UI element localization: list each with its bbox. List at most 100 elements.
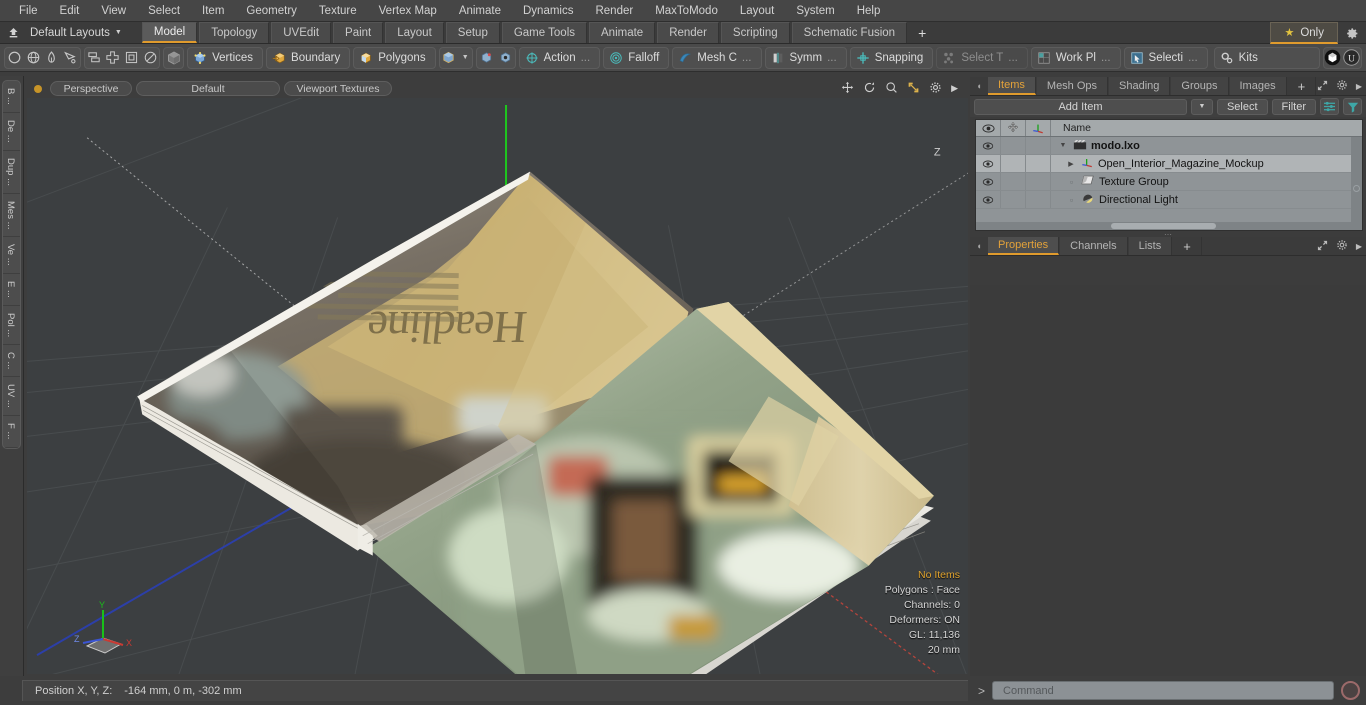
boolean-icon[interactable] [122, 48, 141, 68]
menu-render[interactable]: Render [584, 0, 644, 22]
menu-texture[interactable]: Texture [308, 0, 368, 22]
settings-gear-icon[interactable] [929, 81, 942, 97]
pivot-point-icon[interactable] [496, 48, 515, 68]
tab-game-tools[interactable]: Game Tools [501, 22, 587, 43]
left-tab-vertex[interactable]: Ve ... [3, 237, 20, 274]
tab-layout[interactable]: Layout [385, 22, 444, 43]
rotate-icon[interactable] [863, 81, 876, 97]
left-tab-deform[interactable]: De ... [3, 113, 20, 151]
tab-schematic-fusion[interactable]: Schematic Fusion [791, 22, 908, 43]
globe-icon[interactable] [24, 48, 43, 68]
item-row-magazine-mockup[interactable]: ▶ Open_Interior_Magazine_Mockup [1051, 156, 1263, 171]
selection-sets-button[interactable]: Selecti ... [1123, 46, 1208, 69]
table-row[interactable]: ▫ Texture Group [976, 173, 1362, 191]
left-tab-polygon[interactable]: Pol ... [3, 306, 20, 345]
panel-menu-dot-icon[interactable]: ◖ [970, 237, 988, 255]
cross-icon[interactable] [103, 48, 122, 68]
selection-mode-boundary[interactable]: Boundary [266, 46, 351, 69]
viewport-3d-canvas[interactable]: Z Headline Y X Z No Items Polygons: Fac… [27, 98, 968, 674]
row-visibility-eye-icon[interactable] [976, 173, 1001, 190]
left-tab-fusion[interactable]: F ... [3, 416, 20, 448]
row-transform-cell[interactable] [1026, 155, 1051, 172]
curve-icon[interactable] [61, 48, 80, 68]
radial-icon[interactable] [141, 48, 160, 68]
tab-animate[interactable]: Animate [589, 22, 656, 43]
menu-dynamics[interactable]: Dynamics [512, 0, 584, 22]
tab-images[interactable]: Images [1229, 77, 1287, 95]
viewport-shading-dropdown[interactable]: Default [136, 81, 280, 96]
mesh-constraint-button[interactable]: Mesh C ... [672, 46, 762, 69]
left-tab-mesh-edit[interactable]: Mes ... [3, 194, 20, 238]
item-row-scene[interactable]: ▼ modo.lxo [1051, 139, 1140, 153]
filter-button[interactable]: Filter [1271, 98, 1316, 115]
scrollbar-thumb[interactable] [1111, 223, 1216, 229]
tab-lists[interactable]: Lists [1128, 237, 1173, 255]
select-button[interactable]: Select [1216, 98, 1268, 115]
list-options-icon[interactable] [1320, 98, 1339, 115]
modo-logo-icon[interactable] [1324, 48, 1343, 68]
chevron-down-icon[interactable]: ▼ [1190, 98, 1213, 115]
tab-items[interactable]: Items [988, 77, 1036, 95]
item-cube-icon[interactable] [440, 48, 459, 68]
panel-menu-dot-icon[interactable]: ◖ [970, 77, 988, 95]
row-lock-cell[interactable] [1001, 191, 1026, 208]
work-plane-button[interactable]: Work Pl ... [1030, 46, 1121, 69]
row-lock-cell[interactable] [1001, 155, 1026, 172]
item-row-texture-group[interactable]: ▫ Texture Group [1051, 174, 1169, 189]
snapping-button[interactable]: Snapping [849, 46, 934, 69]
add-layout-tab-button[interactable]: + [909, 22, 935, 43]
table-row[interactable]: ▶ Open_Interior_Magazine_Mockup [976, 155, 1362, 173]
array-icon[interactable] [85, 48, 104, 68]
row-visibility-eye-icon[interactable] [976, 137, 1001, 154]
menu-system[interactable]: System [785, 0, 845, 22]
menu-edit[interactable]: Edit [49, 0, 91, 22]
pan-icon[interactable] [841, 81, 854, 97]
tab-model[interactable]: Model [141, 22, 198, 43]
row-lock-cell[interactable] [1001, 173, 1026, 190]
menu-animate[interactable]: Animate [448, 0, 512, 22]
solid-cube-icon[interactable] [164, 48, 183, 68]
row-transform-cell[interactable] [1026, 137, 1051, 154]
menu-help[interactable]: Help [846, 0, 892, 22]
menu-item[interactable]: Item [191, 0, 235, 22]
menu-view[interactable]: View [90, 0, 137, 22]
row-lock-cell[interactable] [1001, 137, 1026, 154]
table-row[interactable]: ▫ Directional Light [976, 191, 1362, 209]
menu-maxtomodo[interactable]: MaxToModo [644, 0, 729, 22]
record-icon[interactable] [1341, 681, 1360, 700]
tab-scripting[interactable]: Scripting [720, 22, 790, 43]
left-tab-basic[interactable]: B ... [3, 81, 20, 113]
gear-icon[interactable] [1338, 22, 1366, 44]
selection-mode-vertices[interactable]: Vertices [187, 46, 264, 69]
add-panel-tab-button[interactable]: + [1288, 77, 1317, 95]
select-through-button[interactable]: Select T ... [936, 46, 1028, 69]
default-layouts-dropdown[interactable]: Default Layouts ▼ [26, 22, 130, 43]
row-transform-cell[interactable] [1026, 191, 1051, 208]
items-list[interactable]: Name ▼ modo.lxo ▶ Open_Interior_Magazine… [975, 119, 1363, 231]
tab-mesh-ops[interactable]: Mesh Ops [1036, 77, 1109, 95]
funnel-icon[interactable] [1343, 98, 1362, 115]
only-toggle-button[interactable]: ★ Only [1270, 22, 1338, 44]
viewport-display-dropdown[interactable]: Viewport Textures [284, 81, 392, 96]
zoom-icon[interactable] [885, 81, 898, 97]
tab-channels[interactable]: Channels [1060, 237, 1128, 255]
menu-layout[interactable]: Layout [729, 0, 786, 22]
more-arrow-icon[interactable]: ▶ [951, 83, 958, 94]
tab-topology[interactable]: Topology [199, 22, 270, 43]
items-list-vertical-scrollbar[interactable] [1351, 137, 1362, 230]
tab-groups[interactable]: Groups [1171, 77, 1229, 95]
symmetry-button[interactable]: Symm ... [764, 46, 847, 69]
viewport-camera-dropdown[interactable]: Perspective [50, 81, 132, 96]
home-up-icon[interactable] [0, 22, 26, 43]
tab-properties[interactable]: Properties [988, 237, 1060, 255]
row-visibility-eye-icon[interactable] [976, 191, 1001, 208]
more-arrow-icon[interactable]: ▶ [1356, 242, 1362, 251]
expand-icon[interactable] [1317, 240, 1328, 254]
menu-select[interactable]: Select [137, 0, 191, 22]
left-tab-curve[interactable]: C ... [3, 345, 20, 378]
items-list-horizontal-scrollbar[interactable] [976, 222, 1351, 230]
menu-geometry[interactable]: Geometry [235, 0, 308, 22]
gear-icon[interactable] [1336, 239, 1348, 254]
expand-icon[interactable] [1317, 80, 1328, 94]
circle-icon[interactable] [5, 48, 24, 68]
